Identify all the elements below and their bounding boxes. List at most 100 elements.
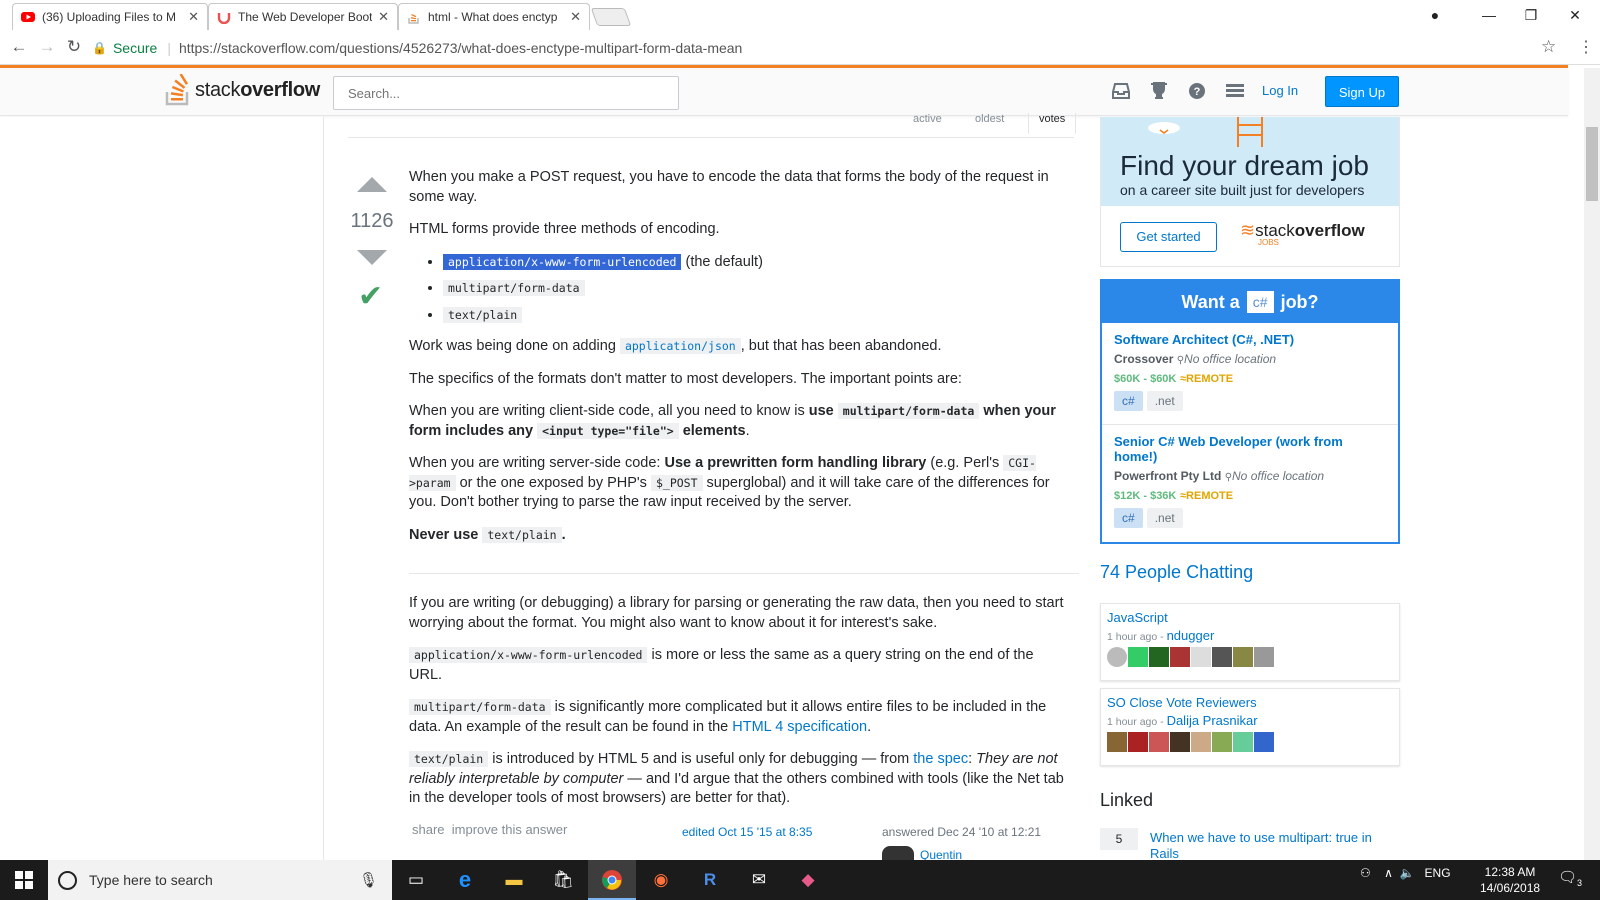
forward-arrow-icon[interactable]: →	[36, 37, 58, 57]
room-name[interactable]: SO Close Vote Reviewers	[1107, 695, 1393, 710]
ad-title: Find your dream job	[1120, 150, 1370, 181]
tag[interactable]: .net	[1146, 508, 1183, 528]
browser-tab-stackoverflow[interactable]: html - What does enctyp ✕	[398, 3, 590, 30]
task-view-icon[interactable]: ▭	[392, 860, 440, 900]
get-started-button[interactable]: Get started	[1120, 222, 1217, 252]
answers-header	[348, 112, 1074, 138]
chat-room[interactable]: JavaScript 1 hour ago - ndugger	[1100, 603, 1400, 681]
site-switcher-icon[interactable]	[1224, 82, 1246, 104]
edge-icon[interactable]: e	[441, 860, 489, 900]
r-app-icon[interactable]: R	[686, 860, 734, 900]
close-icon[interactable]: ✕	[570, 9, 581, 25]
edited-link[interactable]: edited Oct 15 '15 at 8:35	[682, 825, 812, 839]
list-item: text/plain	[443, 306, 1079, 326]
windows-start-icon[interactable]	[0, 860, 48, 900]
avatar	[1149, 732, 1169, 752]
search-input[interactable]	[333, 76, 679, 110]
scrollbar-thumb[interactable]	[1586, 127, 1598, 201]
avatar	[1149, 647, 1169, 667]
room-name[interactable]: JavaScript	[1107, 610, 1393, 625]
spec-link[interactable]: the spec	[913, 751, 968, 767]
youtube-icon	[21, 12, 35, 22]
address-bar[interactable]: 🔒 Secure | https://stackoverflow.com/quest…	[92, 35, 1562, 61]
linked-heading: Linked	[1100, 790, 1154, 810]
stackoverflow-icon	[408, 13, 419, 24]
tab-votes[interactable]: votes	[1028, 113, 1077, 134]
window-close-button[interactable]: ✕	[1560, 4, 1590, 26]
stackoverflow-logo[interactable]: stackoverflow	[165, 73, 320, 107]
upvote-button[interactable]	[357, 177, 387, 192]
share-link[interactable]: share	[412, 822, 445, 837]
inbox-icon[interactable]	[1110, 82, 1132, 104]
chat-room[interactable]: SO Close Vote Reviewers 1 hour ago - Dal…	[1100, 688, 1400, 766]
browser-tab-udemy[interactable]: The Web Developer Boot ✕	[208, 3, 398, 30]
logo-text: stackoverflow	[195, 78, 321, 101]
notification-center-icon[interactable]: 🗨3	[1558, 868, 1582, 888]
avatar	[1212, 732, 1232, 752]
job-title[interactable]: Software Architect (C#, .NET)	[1114, 332, 1394, 347]
login-link[interactable]: Log In	[1262, 83, 1298, 98]
linked-question-link[interactable]: When we have to use multipart: true in R…	[1150, 830, 1390, 862]
volume-icon[interactable]: 🔈	[1400, 866, 1415, 880]
browser-menu-icon[interactable]: ⋮	[1578, 37, 1594, 57]
close-icon[interactable]: ✕	[378, 9, 389, 25]
tag[interactable]: c#	[1114, 508, 1143, 528]
chat-app-icon[interactable]: ◆	[784, 860, 832, 900]
encoding-list: application/x-www-form-urlencoded (the d…	[443, 253, 1079, 326]
secure-indicator[interactable]: 🔒 Secure |	[92, 40, 171, 56]
profile-icon[interactable]: ●	[1420, 4, 1450, 26]
paragraph: When you make a POST request, you have t…	[409, 169, 1049, 205]
people-icon[interactable]: ⚇	[1360, 866, 1371, 880]
signup-button[interactable]: Sign Up	[1325, 76, 1399, 107]
tab-active[interactable]: active	[913, 113, 942, 125]
help-icon[interactable]: ?	[1186, 82, 1208, 104]
system-tray: ⚇ ∧ 🔈 ENG	[1360, 866, 1451, 880]
browser-tab-youtube[interactable]: (36) Uploading Files to M ✕	[12, 3, 208, 30]
avatar-list	[1107, 647, 1393, 667]
tag[interactable]: .net	[1146, 391, 1183, 411]
chrome-icon[interactable]	[588, 860, 636, 900]
minimize-button[interactable]: —	[1474, 4, 1504, 26]
job-listing[interactable]: Senior C# Web Developer (work from home!…	[1114, 434, 1364, 528]
mail-icon[interactable]: ✉	[735, 860, 783, 900]
job-listing[interactable]: Software Architect (C#, .NET) Crossover …	[1114, 332, 1394, 411]
paragraph: HTML forms provide three methods of enco…	[409, 221, 720, 237]
bookmark-star-icon[interactable]: ☆	[1541, 37, 1556, 57]
job-listings-header: Want a c# job?	[1102, 281, 1398, 323]
maximize-button[interactable]: ❐	[1516, 4, 1546, 26]
language-indicator[interactable]: ENG	[1425, 866, 1451, 880]
cloud-icon	[1148, 122, 1180, 134]
avatar	[1170, 732, 1190, 752]
avatar	[1233, 647, 1253, 667]
back-arrow-icon[interactable]: ←	[8, 37, 30, 57]
firefox-icon[interactable]: ◉	[637, 860, 685, 900]
close-icon[interactable]: ✕	[188, 9, 199, 25]
avatar	[1128, 647, 1148, 667]
job-title[interactable]: Senior C# Web Developer (work from home!…	[1114, 434, 1364, 464]
improve-link[interactable]: improve this answer	[452, 822, 568, 837]
taskbar-search[interactable]: Type here to search 🎙	[48, 860, 392, 900]
avatar[interactable]	[882, 846, 914, 860]
clock[interactable]: 12:38 AM 14/06/2018	[1480, 864, 1540, 896]
microphone-icon[interactable]: 🎙	[359, 871, 378, 889]
chat-heading[interactable]: 74 People Chatting	[1100, 562, 1253, 583]
tag[interactable]: c#	[1114, 391, 1143, 411]
paragraph: application/x-www-form-urlencoded is mor…	[409, 647, 1034, 683]
new-tab-button[interactable]	[590, 8, 632, 26]
avatar-list	[1107, 732, 1393, 752]
store-icon[interactable]: 🛍	[539, 860, 587, 900]
trophy-icon[interactable]	[1148, 82, 1170, 104]
downvote-button[interactable]	[357, 250, 387, 265]
html4-spec-link[interactable]: HTML 4 specification	[732, 719, 867, 735]
reload-icon[interactable]: ↻	[63, 37, 85, 57]
tab-title: (36) Uploading Files to M	[42, 10, 177, 24]
clock-date: 14/06/2018	[1480, 881, 1541, 895]
json-link[interactable]: application/json	[619, 338, 741, 354]
post-menu: share improve this answer	[412, 822, 567, 837]
file-explorer-icon[interactable]: ▬	[490, 860, 538, 900]
tab-oldest[interactable]: oldest	[975, 113, 1004, 125]
avatar	[1254, 647, 1274, 667]
avatar	[1212, 647, 1232, 667]
chevron-up-icon[interactable]: ∧	[1384, 866, 1393, 880]
left-sidebar	[0, 117, 324, 860]
